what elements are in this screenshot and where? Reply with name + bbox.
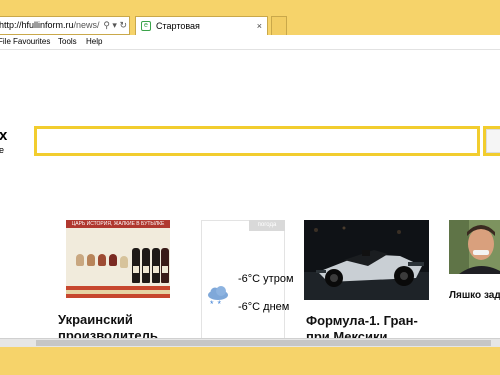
search-button[interactable] [483, 126, 500, 156]
menu-favourites[interactable]: Favourites [13, 37, 50, 46]
tab-title: Стартовая [156, 21, 200, 31]
site-favicon-icon: e [141, 21, 151, 31]
tab-startovaya[interactable]: e Стартовая × [135, 16, 268, 35]
menu-bar: File Favourites Tools Help [0, 35, 500, 50]
search-input[interactable] [34, 126, 480, 156]
logo-subtitle-fragment: e [0, 145, 5, 155]
address-host: http://hfullinform.ru [0, 20, 74, 30]
menu-help[interactable]: Help [86, 37, 102, 46]
logo-fragment: x [0, 127, 8, 144]
snowflakes-icon: ** [210, 299, 226, 309]
horizontal-scrollbar[interactable] [0, 338, 500, 347]
menu-file[interactable]: File [0, 37, 11, 46]
person-news-title[interactable]: Ляшко задекларировал сотни тысяч [449, 289, 500, 302]
address-path: /news/ [73, 20, 100, 30]
menu-tools[interactable]: Tools [58, 37, 77, 46]
status-bar [0, 347, 500, 375]
browser-chrome: http://hfullinform.ru/news/ ⚲ ▾ ↻ e Стар… [0, 0, 500, 50]
weather-widget[interactable]: погода ** -6°C утром -6°C днем [201, 220, 294, 340]
wine-banner-text: ЦАРЬ ИСТОРИЯ, ЖАЛКИЕ В БУТЫЛКЕ [66, 220, 170, 228]
tab-close-icon[interactable]: × [257, 17, 262, 35]
wine-news-image[interactable]: ЦАРЬ ИСТОРИЯ, ЖАЛКИЕ В БУТЫЛКЕ [66, 220, 170, 298]
address-bar[interactable]: http://hfullinform.ru/news/ ⚲ ▾ ↻ [0, 16, 130, 35]
weather-tag: погода [249, 220, 285, 231]
new-tab-button[interactable] [271, 16, 287, 35]
address-controls[interactable]: ⚲ ▾ ↻ [101, 17, 127, 34]
f1-news-image[interactable] [304, 220, 429, 300]
weather-morning: -6°C утром [238, 273, 294, 285]
scrollbar-thumb[interactable] [36, 340, 491, 346]
weather-day: -6°C днем [238, 301, 290, 313]
person-news-image[interactable] [449, 220, 500, 274]
